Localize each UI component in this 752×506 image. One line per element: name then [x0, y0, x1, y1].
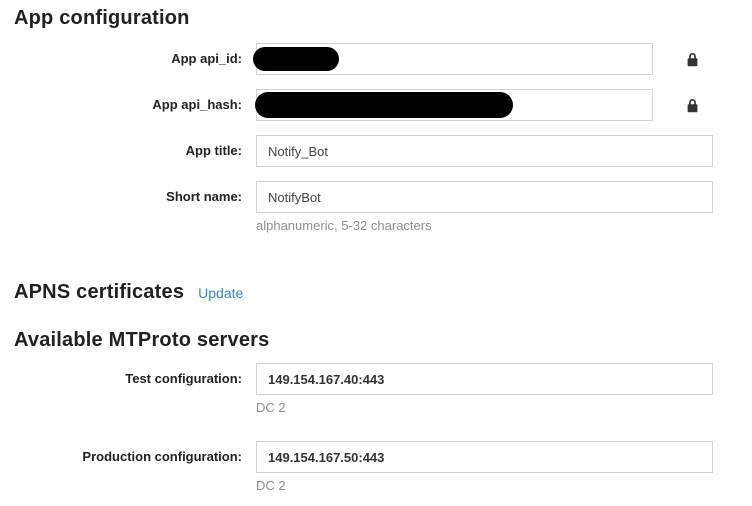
form-row-api-hash: App api_hash: [0, 89, 752, 121]
api-hash-label: App api_hash: [0, 89, 256, 121]
mtproto-servers-heading: Available MTProto servers [14, 330, 752, 350]
app-configuration-page: App configuration App api_id: App api_ha… [0, 0, 752, 506]
lock-icon [686, 98, 699, 113]
apns-heading-row: APNS certificates Update [14, 282, 752, 302]
app-title-input[interactable] [256, 135, 713, 167]
test-configuration-label: Test configuration: [0, 363, 256, 395]
production-configuration-label: Production configuration: [0, 441, 256, 473]
form-row-short-name: Short name: alphanumeric, 5-32 character… [0, 181, 752, 234]
api-id-label: App api_id: [0, 43, 256, 75]
lock-icon [686, 52, 699, 67]
form-row-api-id: App api_id: [0, 43, 752, 75]
redacted-api-id-value [253, 47, 339, 71]
short-name-input[interactable] [256, 181, 713, 213]
apns-certificates-heading: APNS certificates [14, 282, 184, 302]
test-configuration-hint: DC 2 [256, 400, 752, 416]
form-row-app-title: App title: [0, 135, 752, 167]
form-row-production-configuration: Production configuration: DC 2 [0, 441, 752, 494]
redacted-api-hash-value [255, 92, 513, 118]
app-title-label: App title: [0, 135, 256, 167]
test-configuration-input[interactable] [256, 363, 713, 395]
form-row-test-configuration: Test configuration: DC 2 [0, 363, 752, 416]
apns-update-link[interactable]: Update [198, 285, 243, 301]
production-configuration-hint: DC 2 [256, 478, 752, 494]
app-configuration-heading: App configuration [14, 8, 752, 28]
short-name-label: Short name: [0, 181, 256, 213]
short-name-hint: alphanumeric, 5-32 characters [256, 218, 752, 234]
production-configuration-input[interactable] [256, 441, 713, 473]
